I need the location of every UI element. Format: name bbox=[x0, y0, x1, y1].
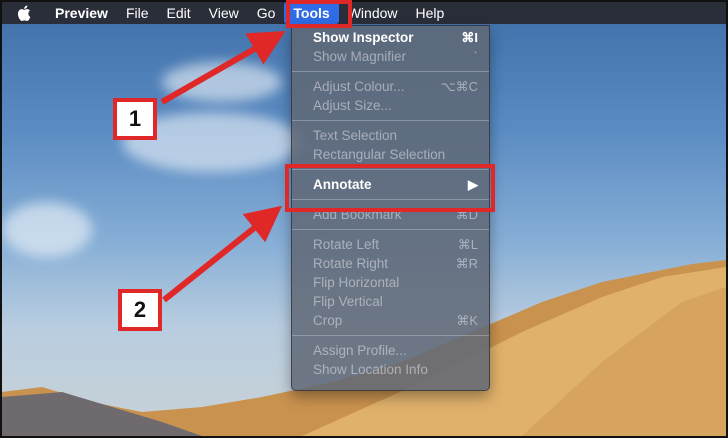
menu-item-label: Rectangular Selection bbox=[313, 147, 446, 162]
menu-separator bbox=[292, 229, 489, 230]
menu-separator bbox=[292, 120, 489, 121]
menu-item-shortcut: ⌘R bbox=[455, 255, 478, 271]
menu-item-adjust-size[interactable]: Adjust Size... bbox=[292, 96, 489, 115]
menu-bar: Preview File Edit View Go Tools Window H… bbox=[2, 2, 726, 24]
menu-item-label: Crop bbox=[313, 313, 343, 328]
menu-item-label: Show Magnifier bbox=[313, 49, 407, 64]
menu-help[interactable]: Help bbox=[407, 2, 454, 24]
menu-go[interactable]: Go bbox=[248, 2, 285, 24]
menu-item-label: Rotate Left bbox=[313, 237, 380, 252]
menu-item-label: Show Inspector bbox=[313, 30, 414, 45]
menu-view[interactable]: View bbox=[200, 2, 248, 24]
menu-item-label: Flip Horizontal bbox=[313, 275, 400, 290]
menu-item-crop[interactable]: Crop ⌘K bbox=[292, 311, 489, 330]
callout-step-1: 1 bbox=[113, 98, 157, 140]
menu-separator bbox=[292, 335, 489, 336]
menu-file[interactable]: File bbox=[117, 2, 158, 24]
menu-item-shortcut: ⌘K bbox=[456, 312, 478, 328]
menu-separator bbox=[292, 71, 489, 72]
menu-item-label: Rotate Right bbox=[313, 256, 389, 271]
menu-item-rotate-right[interactable]: Rotate Right ⌘R bbox=[292, 254, 489, 273]
menu-item-shortcut: ⌘L bbox=[457, 236, 478, 252]
apple-logo-icon bbox=[17, 5, 31, 21]
menu-item-label: Adjust Colour... bbox=[313, 79, 405, 94]
menu-item-label: Assign Profile... bbox=[313, 343, 407, 358]
highlight-box-annotate bbox=[285, 164, 495, 212]
menu-item-shortcut: ⌥⌘C bbox=[440, 78, 478, 94]
menu-item-label: Text Selection bbox=[313, 128, 398, 143]
menu-item-shortcut: ⌘I bbox=[461, 29, 478, 45]
menu-item-assign-profile[interactable]: Assign Profile... bbox=[292, 341, 489, 360]
menu-edit[interactable]: Edit bbox=[158, 2, 200, 24]
menu-item-adjust-colour[interactable]: Adjust Colour... ⌥⌘C bbox=[292, 77, 489, 96]
menu-item-flip-horizontal[interactable]: Flip Horizontal bbox=[292, 273, 489, 292]
menu-item-rectangular-selection[interactable]: Rectangular Selection bbox=[292, 145, 489, 164]
highlight-box-tools bbox=[286, 0, 352, 28]
menu-item-show-location-info[interactable]: Show Location Info bbox=[292, 360, 489, 379]
menu-item-shortcut: ` bbox=[473, 49, 478, 64]
apple-icon[interactable] bbox=[2, 2, 46, 24]
menu-item-label: Adjust Size... bbox=[313, 98, 392, 113]
menu-item-text-selection[interactable]: Text Selection bbox=[292, 126, 489, 145]
callout-step-2: 2 bbox=[118, 289, 162, 331]
menu-item-show-inspector[interactable]: Show Inspector ⌘I bbox=[292, 28, 489, 47]
menu-preview[interactable]: Preview bbox=[46, 2, 117, 24]
menu-item-label: Flip Vertical bbox=[313, 294, 383, 309]
menu-item-flip-vertical[interactable]: Flip Vertical bbox=[292, 292, 489, 311]
menu-item-label: Show Location Info bbox=[313, 362, 428, 377]
menu-item-rotate-left[interactable]: Rotate Left ⌘L bbox=[292, 235, 489, 254]
menu-item-show-magnifier[interactable]: Show Magnifier ` bbox=[292, 47, 489, 66]
